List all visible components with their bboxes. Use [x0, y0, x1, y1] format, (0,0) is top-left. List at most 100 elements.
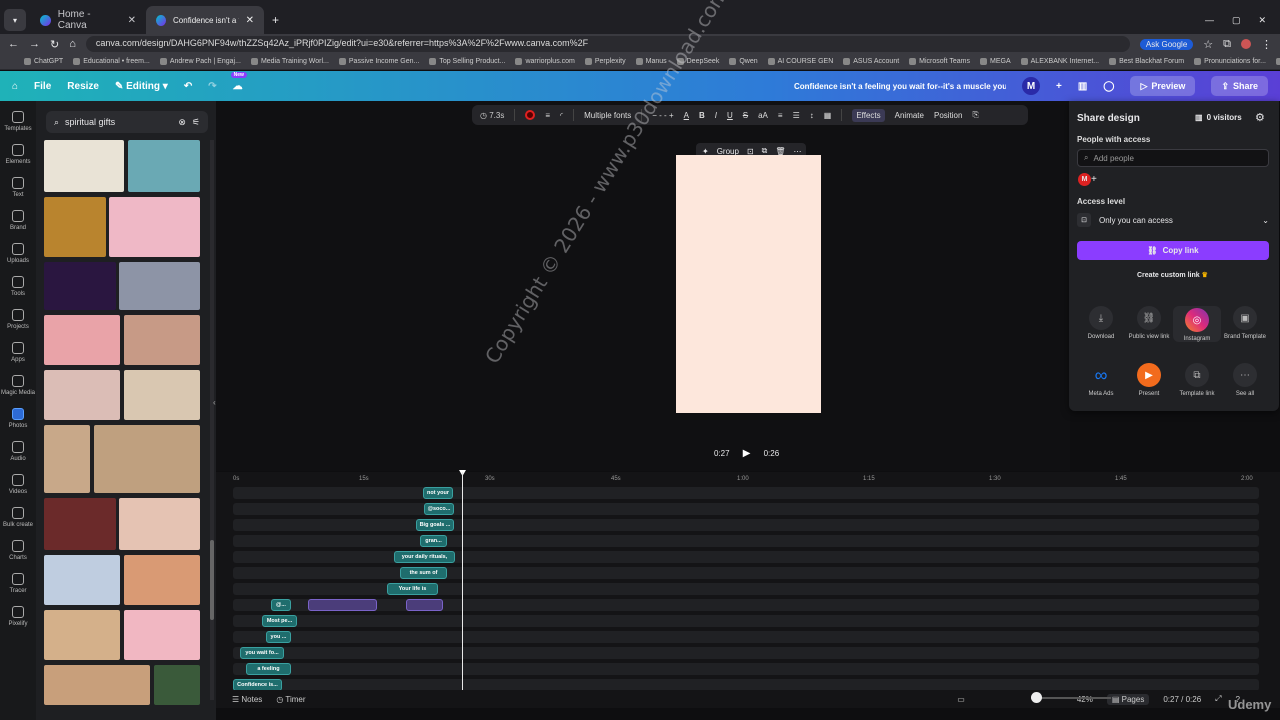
close-icon[interactable]: ✕: [128, 15, 136, 26]
star-icon[interactable]: ☆: [1203, 38, 1213, 51]
photo-thumbnail[interactable]: [44, 610, 120, 660]
animate-button[interactable]: Animate: [895, 111, 924, 120]
zoom-level[interactable]: 42%: [1077, 695, 1093, 704]
share-option-meta-ads[interactable]: ∞ Meta Ads: [1077, 363, 1125, 398]
position-button[interactable]: Position: [934, 111, 962, 120]
rail-item-videos[interactable]: Videos: [0, 474, 36, 495]
timeline-clip[interactable]: the sum of: [400, 567, 447, 579]
timeline-video-clip[interactable]: [308, 599, 377, 611]
avatar[interactable]: M: [1021, 77, 1040, 95]
photo-search-box[interactable]: ⌕ spiritual gifts ⊗ ⚟: [46, 111, 208, 133]
timeline-video-clip[interactable]: [406, 599, 443, 611]
effects-button[interactable]: Effects: [852, 108, 885, 122]
photo-thumbnail[interactable]: [119, 262, 200, 310]
share-option-public-view-link[interactable]: ⛓ Public view link: [1125, 306, 1173, 340]
bookmark-item[interactable]: ALEXBANK Internet...: [1020, 58, 1099, 65]
rail-item-bulk-create[interactable]: Bulk create: [0, 507, 36, 528]
timeline-clip[interactable]: Your life is: [387, 583, 438, 595]
close-icon[interactable]: ✕: [246, 15, 254, 26]
timeline-clip[interactable]: you wait fo...: [240, 647, 284, 659]
photo-thumbnail[interactable]: [44, 315, 120, 365]
fullscreen-icon[interactable]: ⤢: [1215, 694, 1221, 704]
zoom-slider-knob[interactable]: [1031, 692, 1042, 703]
preview-button[interactable]: ▷ Preview: [1130, 76, 1196, 96]
minimize-icon[interactable]: —: [1205, 15, 1214, 26]
rail-item-text[interactable]: Text: [0, 177, 36, 198]
editing-mode-menu[interactable]: ✎ Editing ▾: [115, 81, 168, 92]
timeline-clip[interactable]: gran...: [420, 535, 447, 547]
tab-design[interactable]: Confidence isn't a feeling you w... ✕: [146, 6, 264, 34]
rail-item-brand[interactable]: Brand: [0, 210, 36, 231]
photo-thumbnail[interactable]: [124, 315, 200, 365]
ask-google-button[interactable]: Ask Google: [1139, 38, 1194, 50]
photo-thumbnail[interactable]: [128, 140, 200, 192]
cloud-sync-icon[interactable]: ☁ New: [230, 71, 247, 92]
share-option-see-all[interactable]: ⋯ See all: [1221, 363, 1269, 397]
bookmark-item[interactable]: Media Training Worl...: [250, 58, 329, 65]
timeline-clip[interactable]: @...: [271, 599, 291, 611]
bookmark-item[interactable]: Andrew Pach | Engaj...: [159, 58, 241, 65]
maximize-icon[interactable]: ▢: [1232, 15, 1241, 26]
gear-icon[interactable]: ⚙: [1255, 111, 1265, 124]
spacing-icon[interactable]: ↕: [810, 111, 814, 120]
access-level-select[interactable]: ⊡ Only you can access ⌄: [1077, 211, 1269, 229]
share-option-present[interactable]: ▶ Present: [1125, 363, 1173, 397]
bookmark-item[interactable]: Passive Income Gen...: [338, 58, 419, 65]
timeline-clip[interactable]: Most pe...: [262, 615, 297, 627]
case-icon[interactable]: aA: [758, 111, 768, 120]
rail-item-magic-media[interactable]: Magic Media: [0, 375, 36, 396]
timeline-clip[interactable]: @soco...: [424, 503, 454, 515]
photo-thumbnail[interactable]: [124, 555, 200, 605]
bookmark-item[interactable]: Perplexity: [584, 58, 626, 65]
rail-item-elements[interactable]: Elements: [0, 144, 36, 165]
photo-thumbnail[interactable]: [44, 197, 106, 257]
tab-search-icon[interactable]: ▾: [4, 9, 26, 31]
share-option-brand-template[interactable]: ▣ Brand Template: [1221, 306, 1269, 340]
share-button[interactable]: ⇪ Share: [1211, 76, 1268, 96]
window-close-icon[interactable]: ✕: [1258, 15, 1266, 26]
home-icon[interactable]: ⌂: [69, 38, 76, 50]
timeline-clip[interactable]: a feeling: [246, 663, 291, 675]
timeline-clip[interactable]: you ...: [266, 631, 291, 643]
forward-icon[interactable]: →: [29, 38, 40, 50]
url-field[interactable]: canva.com/design/DAHG6PNF94w/thZZSq42Az_…: [85, 36, 1130, 52]
share-option-instagram[interactable]: ◎ Instagram: [1173, 306, 1221, 342]
photo-thumbnail[interactable]: [154, 665, 200, 705]
timer-button[interactable]: ◷ Timer: [276, 695, 305, 704]
new-tab-icon[interactable]: +: [272, 13, 279, 27]
create-custom-link[interactable]: Create custom link ♛: [1137, 271, 1208, 279]
photo-thumbnail[interactable]: [109, 197, 200, 257]
strikethrough-icon[interactable]: S: [743, 111, 748, 120]
visitors-count[interactable]: ▥ 0 visitors: [1195, 113, 1242, 122]
extensions-icon[interactable]: ⧉: [1223, 38, 1231, 51]
file-menu[interactable]: File: [34, 81, 51, 92]
resize-button[interactable]: Resize: [67, 81, 99, 92]
clear-search-icon[interactable]: ⊗: [178, 117, 186, 128]
photo-thumbnail[interactable]: [94, 425, 200, 493]
rail-item-uploads[interactable]: Uploads: [0, 243, 36, 264]
list-icon[interactable]: ☰: [793, 111, 800, 120]
bookmark-item[interactable]: ASUS Account: [843, 58, 899, 65]
insights-icon[interactable]: ▥: [1078, 81, 1087, 92]
pages-button[interactable]: ▤ Pages: [1106, 693, 1150, 705]
timeline-clip[interactable]: your daily rituals,: [394, 551, 455, 563]
bookmark-item[interactable]: Top Selling Product...: [429, 58, 505, 65]
rail-item-audio[interactable]: Audio: [0, 441, 36, 462]
zoom-slider[interactable]: [1031, 697, 1111, 699]
photo-thumbnail[interactable]: [124, 370, 200, 420]
transparency-icon[interactable]: ▦: [824, 111, 832, 120]
design-page[interactable]: [676, 155, 821, 413]
rail-item-tracer[interactable]: Tracer: [0, 573, 36, 594]
fit-icon[interactable]: ▭: [957, 695, 965, 704]
bookmark-item[interactable]: warriorplus.com: [515, 58, 575, 65]
italic-icon[interactable]: I: [715, 111, 717, 120]
bookmark-item[interactable]: ChatGPT: [24, 58, 63, 65]
bookmark-item[interactable]: Educational • freem...: [73, 58, 150, 65]
rail-item-photos[interactable]: Photos: [0, 408, 36, 429]
comments-icon[interactable]: ◯: [1103, 81, 1114, 92]
rail-item-charts[interactable]: Charts: [0, 540, 36, 561]
bookmark-item[interactable]: MEGA: [980, 58, 1011, 65]
reload-icon[interactable]: ↻: [50, 38, 59, 51]
text-color-icon[interactable]: A: [684, 111, 689, 120]
photo-thumbnail[interactable]: [44, 555, 120, 605]
